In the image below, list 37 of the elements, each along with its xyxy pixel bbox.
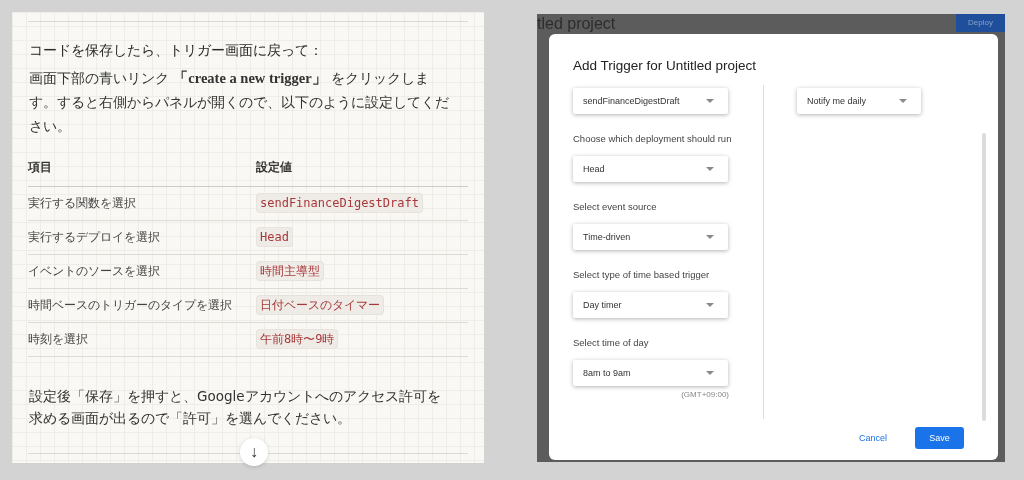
dialog-title: Add Trigger for Untitled project — [573, 58, 758, 73]
dropdown-caret-icon — [706, 167, 714, 171]
dropdown-field[interactable]: sendFinanceDigestDraft — [573, 88, 728, 114]
setting-value: sendFinanceDigestDraft — [256, 193, 423, 214]
save-button[interactable]: Save — [915, 427, 964, 449]
setting-value: 午前8時〜9時 — [256, 328, 339, 349]
dropdown-caret-icon — [706, 371, 714, 375]
setting-value: 日付ベースのタイマー — [256, 294, 384, 315]
intro-paragraph: 画面下部の青いリンク 「create a new trigger」 をクリックします。すると右側からパネルが開くので、以下のように設定してください。 — [29, 68, 450, 136]
setting-value: 時間主導型 — [256, 260, 324, 281]
setting-name: 時間ベースのトリガーのタイプを選択 — [28, 297, 232, 312]
dropdown-field[interactable]: 8am to 9am — [573, 360, 728, 386]
setting-name: 実行するデプロイを選択 — [28, 229, 160, 244]
outro-paragraph: 設定後「保存」を押すと、Googleアカウントへのアクセス許可を求める画面が出るので「許可」を選んでください。 — [29, 386, 442, 428]
setting-name: イベントのソースを選択 — [28, 263, 160, 278]
field-label: Select event source — [573, 201, 657, 212]
scrollbar[interactable] — [982, 133, 986, 421]
cancel-button[interactable]: Cancel — [853, 427, 893, 449]
dropdown-field[interactable]: Head — [573, 156, 728, 182]
field-label: Select time of day — [573, 337, 649, 348]
dropdown-field[interactable]: Time-driven — [573, 224, 728, 250]
timezone-note: (GMT+09:00) — [681, 390, 729, 399]
dropdown-field[interactable]: Notify me daily — [797, 88, 921, 114]
column-header: 項目 — [28, 159, 53, 177]
setting-value: Head — [256, 227, 293, 248]
dropdown-caret-icon — [706, 99, 714, 103]
column-header: 設定値 — [256, 159, 293, 177]
field-label: Choose which deployment should run — [573, 133, 732, 144]
setting-name: 時刻を選択 — [28, 331, 88, 346]
dropdown-caret-icon — [706, 235, 714, 239]
dropdown-field[interactable]: Day timer — [573, 292, 728, 318]
dropdown-caret-icon — [899, 99, 907, 103]
dropdown-caret-icon — [706, 303, 714, 307]
section-heading: コードを保存したら、トリガー画面に戻って： — [29, 41, 324, 60]
scroll-down-button[interactable]: ↓ — [240, 437, 268, 466]
field-label: Select type of time based trigger — [573, 269, 710, 280]
setting-name: 実行する関数を選択 — [28, 195, 136, 210]
